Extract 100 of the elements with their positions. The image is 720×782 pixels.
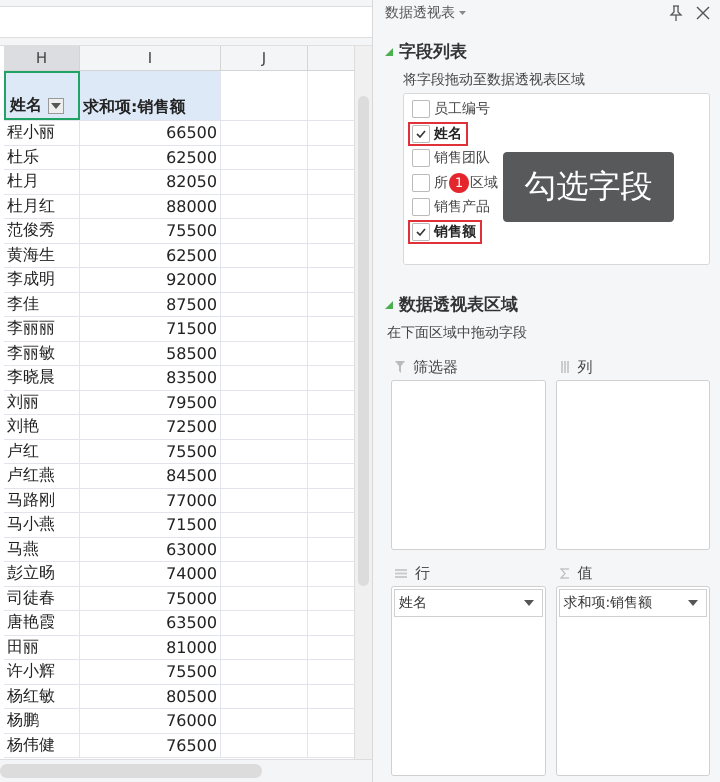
table-cell: 李佳 [4, 292, 80, 316]
table-cell: 75000 [80, 586, 221, 610]
row-label-cell[interactable]: 姓名 [4, 71, 80, 120]
highlighted-field[interactable]: 销售额 [408, 220, 482, 244]
vertical-scrollbar[interactable] [354, 46, 372, 759]
checkbox[interactable] [412, 100, 430, 118]
table-cell: 马小燕 [4, 513, 80, 536]
checkbox[interactable] [412, 222, 430, 241]
table-cell: 马路刚 [4, 488, 80, 512]
table-cell: 74000 [80, 562, 221, 586]
column-header[interactable]: I [80, 46, 221, 70]
column-header[interactable]: J [221, 46, 308, 70]
field-label[interactable]: 所 [434, 174, 448, 192]
table-cell: 范俊秀 [4, 219, 80, 242]
field-item[interactable]: 员工编号 [408, 97, 496, 122]
table-cell: 92000 [80, 268, 221, 292]
drop-zone[interactable]: 求和项:销售额 [556, 586, 710, 776]
table-cell: 75500 [80, 440, 221, 463]
zone-label: 列 [578, 358, 592, 376]
table-cell: 75500 [80, 219, 221, 242]
caret-icon [524, 600, 534, 606]
filter-icon [395, 361, 405, 373]
checkbox[interactable] [412, 149, 430, 168]
table-cell: 87500 [80, 292, 221, 316]
table-cell: 彭立旸 [4, 562, 80, 586]
table-cell: 李成明 [4, 268, 80, 292]
check-icon [416, 228, 426, 236]
close-icon[interactable] [696, 6, 710, 20]
table-cell: 马燕 [4, 538, 80, 561]
drop-zone[interactable] [391, 380, 546, 550]
caret-icon [688, 600, 698, 606]
table-cell: 66500 [80, 121, 221, 144]
zone-field[interactable]: 姓名 [394, 589, 542, 617]
caret-icon[interactable] [459, 11, 466, 15]
table-cell: 杜乐 [4, 146, 80, 169]
table-cell: 许小辉 [4, 660, 80, 684]
table-cell: 卢红 [4, 440, 80, 463]
table-cell: 77000 [80, 488, 221, 512]
panel-title[interactable]: 数据透视表 [385, 4, 455, 22]
highlighted-field[interactable]: 姓名 [408, 122, 468, 146]
pin-icon[interactable] [668, 5, 684, 21]
table-cell: 刘丽 [4, 390, 80, 414]
hint-tooltip: 勾选字段 [503, 152, 674, 222]
collapse-icon[interactable] [385, 300, 393, 308]
horizontal-scrollbar[interactable] [0, 764, 262, 778]
checkbox[interactable] [412, 124, 430, 143]
column-header[interactable]: H [4, 46, 80, 70]
table-cell: 杜月 [4, 170, 80, 194]
table-cell: 72500 [80, 415, 221, 438]
table-cell: 88000 [80, 194, 221, 218]
table-cell: 李丽敏 [4, 342, 80, 365]
header-text: 姓名 [10, 95, 42, 116]
table-cell: 程小丽 [4, 121, 80, 144]
check-icon [416, 130, 426, 138]
table-cell: 84500 [80, 464, 221, 488]
section-heading: 字段列表 [399, 41, 467, 63]
formula-bar[interactable] [0, 6, 372, 38]
table-cell: 司徒春 [4, 586, 80, 610]
table-cell: 71500 [80, 317, 221, 340]
sigma-icon [560, 568, 570, 578]
section-heading: 数据透视表区域 [399, 294, 518, 316]
columns-icon [560, 361, 570, 373]
zone-label: 值 [578, 564, 592, 582]
table-cell: 76000 [80, 709, 221, 732]
zone-label: 行 [415, 564, 430, 582]
table-cell: 62500 [80, 244, 221, 267]
table-cell: 63500 [80, 611, 221, 634]
table-cell: 杨鹏 [4, 709, 80, 732]
field-label[interactable]: 区域 [470, 174, 498, 192]
hint-text: 将字段拖动至数据透视表区域 [403, 71, 586, 89]
zone-field[interactable]: 求和项:销售额 [558, 589, 707, 617]
table-cell: 82050 [80, 170, 221, 194]
field-item[interactable]: 销售团队 [408, 146, 496, 170]
table-cell: 唐艳霞 [4, 611, 80, 634]
table-cell: 李丽丽 [4, 317, 80, 340]
rows-icon [395, 568, 407, 578]
table-cell: 81000 [80, 636, 221, 659]
table-cell: 刘艳 [4, 415, 80, 438]
table-header: 求和项:销售额 [80, 71, 221, 120]
table-cell: 黄海生 [4, 244, 80, 267]
caret-icon [51, 103, 61, 109]
table-cell: 卢红燕 [4, 464, 80, 488]
table-cell: 79500 [80, 390, 221, 414]
drop-zone[interactable] [556, 380, 710, 550]
hint-text: 在下面区域中拖动字段 [387, 324, 528, 342]
table-cell: 71500 [80, 513, 221, 536]
table-cell: 田丽 [4, 636, 80, 659]
table-cell: 李晓晨 [4, 366, 80, 390]
checkbox[interactable] [412, 198, 430, 216]
filter-dropdown[interactable] [48, 98, 64, 114]
table-cell: 63000 [80, 538, 221, 561]
collapse-icon[interactable] [385, 48, 393, 56]
table-cell: 80500 [80, 684, 221, 708]
zone-label: 筛选器 [413, 358, 458, 376]
checkbox[interactable] [412, 174, 430, 192]
field-item[interactable]: 销售产品 [408, 195, 496, 220]
table-cell: 76500 [80, 734, 221, 757]
table-cell: 杜月红 [4, 194, 80, 218]
table-cell: 62500 [80, 146, 221, 169]
drop-zone[interactable]: 姓名 [391, 586, 546, 776]
